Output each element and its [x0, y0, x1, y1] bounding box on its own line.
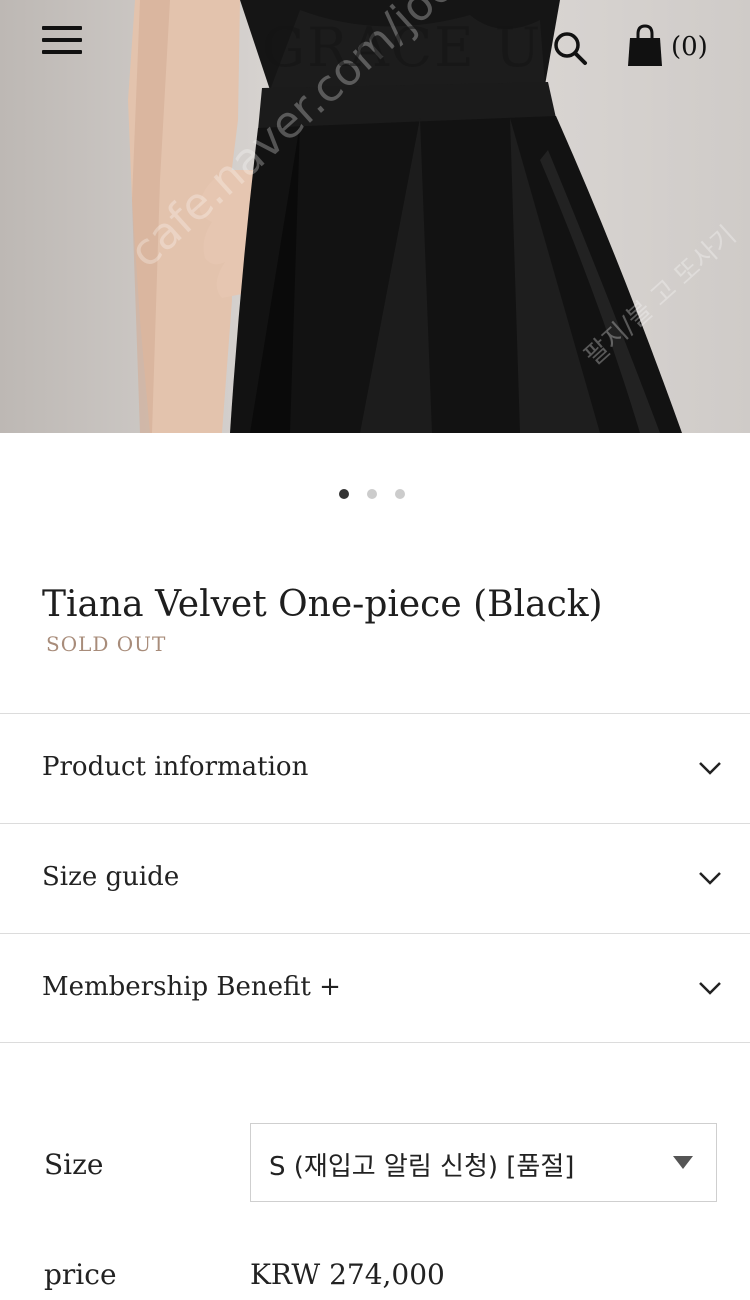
brand-logo[interactable]: GRACE U	[262, 16, 542, 79]
search-icon[interactable]	[552, 30, 588, 66]
price-label: price	[44, 1258, 117, 1291]
menu-icon[interactable]	[42, 26, 82, 60]
accordion-label: Membership Benefit +	[42, 972, 341, 1002]
dropdown-arrow-icon	[673, 1156, 693, 1169]
chevron-down-icon	[699, 982, 721, 995]
chevron-down-icon	[699, 872, 721, 885]
product-title: Tiana Velvet One-piece (Black)	[42, 584, 603, 625]
size-label: Size	[44, 1148, 104, 1181]
accordion-size-guide[interactable]: Size guide	[0, 823, 750, 933]
accordion-label: Product information	[42, 752, 309, 782]
cart-count[interactable]: (0)	[671, 32, 708, 62]
accordion-membership-benefit[interactable]: Membership Benefit +	[0, 933, 750, 1043]
carousel-dot[interactable]	[339, 489, 349, 499]
size-select[interactable]: S (재입고 알림 신청) [품절]	[250, 1123, 717, 1202]
chevron-down-icon	[699, 762, 721, 775]
divider	[0, 1042, 750, 1043]
accordion-label: Size guide	[42, 862, 180, 892]
size-select-value: S (재입고 알림 신청) [품절]	[269, 1152, 575, 1182]
price-value: KRW 274,000	[250, 1258, 445, 1291]
carousel-dot[interactable]	[367, 489, 377, 499]
sold-out-badge: SOLD OUT	[46, 632, 167, 656]
shopping-bag-icon[interactable]	[626, 24, 666, 68]
carousel-dot[interactable]	[395, 489, 405, 499]
accordion-product-information[interactable]: Product information	[0, 713, 750, 823]
carousel-indicator	[339, 489, 405, 499]
